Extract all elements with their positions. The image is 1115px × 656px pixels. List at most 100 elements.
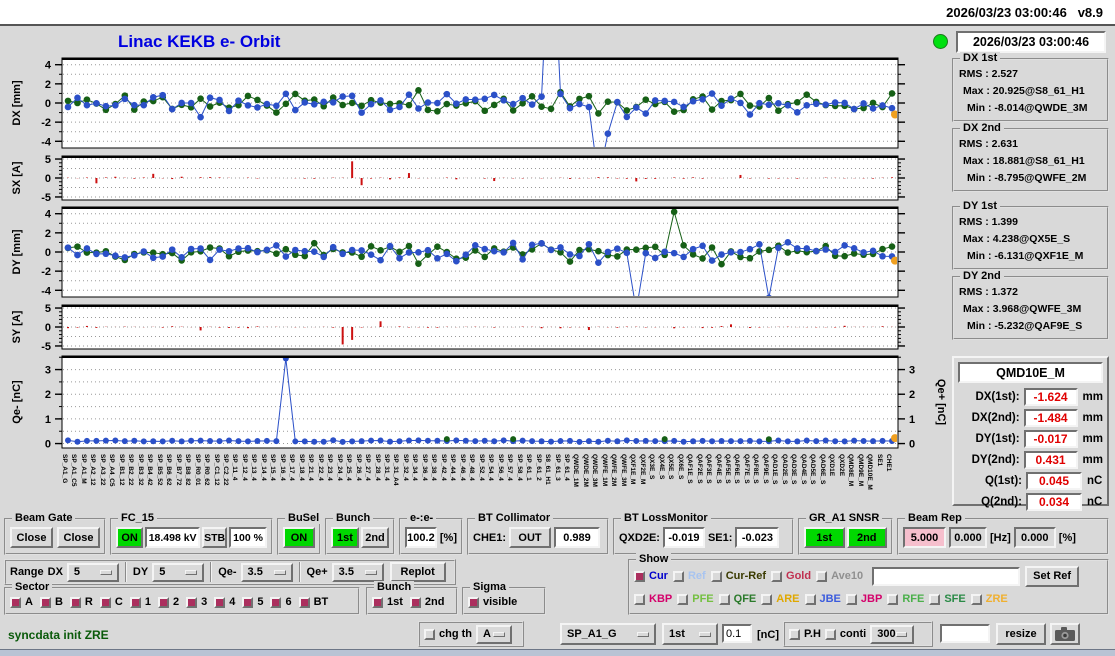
sector-checkbox-2[interactable]: [157, 596, 169, 608]
ph-checkbox[interactable]: [789, 628, 800, 640]
conti-checkbox[interactable]: [824, 628, 836, 640]
show-checkbox-qfe[interactable]: [718, 593, 730, 605]
stats-row: RMS : 1.372: [959, 286, 1018, 298]
show-item-ref: Ref: [672, 570, 706, 582]
sector-checkbox-a[interactable]: [10, 596, 21, 608]
stats-row: Min : -6.131@QXF1E_M: [967, 250, 1084, 262]
xaxis-label: CHE1: [885, 454, 892, 472]
show-checkbox-cur[interactable]: [634, 570, 645, 582]
show-item-ave10: Ave10: [816, 570, 863, 582]
show-item-jbe: JBE: [804, 593, 841, 605]
xaxis-label: QX6E_S: [676, 454, 684, 480]
che1-out-button[interactable]: OUT: [509, 527, 552, 548]
camera-snapshot-button[interactable]: [1050, 623, 1080, 645]
beam-gate-close-button-2[interactable]: Close: [57, 527, 100, 548]
xaxis-label: QAF4E_S: [714, 454, 722, 484]
fc15-stb-button[interactable]: STB: [202, 527, 228, 548]
sector-checkbox-5[interactable]: [242, 596, 254, 608]
bunch3-item-1st: 1st: [372, 596, 403, 608]
svg-text:2: 2: [45, 79, 51, 91]
sector-checkbox-b[interactable]: [39, 596, 51, 608]
gr-a1-2nd-button[interactable]: 2nd: [846, 527, 887, 548]
chg-th-checkbox[interactable]: [424, 628, 435, 640]
sector-checkbox-r[interactable]: [69, 596, 81, 608]
xaxis-label: SP_11_4: [231, 454, 239, 481]
status-message: syncdata init ZRE: [8, 628, 109, 642]
bunch-select-dropdown[interactable]: 1st: [662, 623, 718, 645]
sp-select-dropdown[interactable]: SP_A1_G: [560, 623, 656, 645]
th-dropdown[interactable]: A: [476, 624, 512, 644]
show-checkbox-ref[interactable]: [672, 570, 684, 582]
sector-checkbox-1[interactable]: [129, 596, 141, 608]
range-qep-label: Qe+: [306, 566, 328, 578]
show-item-pfe: PFE: [677, 593, 714, 605]
stats-group-dx-1st: DX 1st RMS : 2.527 Max : 20.925@S8_61_H1 Mi…: [952, 52, 1109, 122]
sector-checkbox-bt[interactable]: [298, 596, 310, 608]
xaxis-label: QMD9E_M: [856, 454, 864, 487]
separator: [210, 562, 213, 582]
busel-on-button[interactable]: ON: [283, 527, 315, 548]
extra-input[interactable]: [940, 624, 990, 643]
show-checkbox-gold[interactable]: [771, 570, 783, 582]
show-checkbox-ave10[interactable]: [816, 570, 828, 582]
qmd-row-unit: nC: [1087, 474, 1103, 487]
stats-group-dx-2nd: DX 2nd RMS : 2.631 Max : 18.881@S8_61_H1 Mi…: [952, 122, 1109, 192]
xaxis-label: SP_A1_C5: [70, 454, 78, 487]
stats-row: Min : -5.232@QAF9E_S: [967, 320, 1083, 332]
plot-sx: 5 0 -5 SX [A]: [11, 154, 905, 204]
svg-text:1: 1: [45, 414, 51, 426]
sector-checkbox-6[interactable]: [270, 596, 282, 608]
xaxis-label: SP_61_4: [562, 454, 570, 481]
show-item-rfe: RFE: [887, 593, 924, 605]
charge-threshold-input[interactable]: [722, 624, 752, 643]
sector-item-1: 1: [129, 596, 151, 608]
fc15-percent-field: 100 %: [229, 527, 267, 548]
svg-text:3: 3: [45, 365, 51, 377]
set-ref-button[interactable]: Set Ref: [1025, 565, 1080, 587]
bottom-strip: [0, 649, 1115, 656]
qmd-row-value: 0.034: [1026, 492, 1082, 511]
show-checkbox-kbp[interactable]: [634, 593, 645, 605]
stats-group-dy-2nd: DY 2nd RMS : 1.372 Max : 3.968@QWFE_3M Min …: [952, 270, 1109, 340]
svg-text:-2: -2: [41, 266, 51, 278]
range-qep-dropdown[interactable]: 3.5: [331, 562, 384, 582]
bunch-1st-button[interactable]: 1st: [331, 527, 359, 548]
points-dropdown[interactable]: 300: [870, 624, 915, 644]
bunch3-checkbox-1st[interactable]: [372, 596, 383, 608]
range-dy-dropdown[interactable]: 5: [152, 562, 205, 582]
beam-rep-set-field: 5.000: [903, 527, 946, 548]
xaxis-label: QX4E_S: [657, 454, 665, 480]
bunch-2nd-button[interactable]: 2nd: [361, 527, 389, 548]
range-qem-dropdown[interactable]: 3.5: [240, 562, 293, 582]
show-checkbox-pfe[interactable]: [677, 593, 689, 605]
beam-gate-close-button-1[interactable]: Close: [10, 527, 53, 548]
resize-button[interactable]: resize: [996, 623, 1046, 645]
sigma-checkbox-visible[interactable]: [468, 596, 479, 608]
fc15-on-button[interactable]: ON: [116, 527, 144, 548]
xaxis-label: SP_58_4: [515, 454, 523, 481]
set-ref-input[interactable]: [872, 566, 1021, 586]
show-checkbox-rfe[interactable]: [887, 593, 899, 605]
sector-checkbox-c[interactable]: [99, 596, 111, 608]
show-checkbox-zre[interactable]: [970, 593, 982, 605]
bunch3-checkbox-2nd[interactable]: [409, 596, 421, 608]
show-label: Ref: [687, 570, 706, 582]
sector-checkbox-4[interactable]: [214, 596, 226, 608]
sector-label: C: [114, 596, 123, 608]
replot-button[interactable]: Replot: [389, 562, 446, 582]
show-checkbox-jbp[interactable]: [845, 593, 857, 605]
gr-a1-1st-button[interactable]: 1st: [804, 527, 845, 548]
xaxis-label: SP_52_4: [477, 454, 485, 481]
xaxis-label: QAD1E_S: [771, 454, 779, 485]
sector-checkbox-3[interactable]: [186, 596, 198, 608]
show-checkbox-jbe[interactable]: [804, 593, 816, 605]
range-dx-dropdown[interactable]: 5: [66, 562, 119, 582]
show-checkbox-curref[interactable]: [710, 570, 722, 582]
svg-text:DX [mm]: DX [mm]: [11, 80, 23, 126]
sector-label: BT: [313, 596, 329, 608]
svg-text:3: 3: [909, 365, 915, 377]
show-checkbox-are[interactable]: [761, 593, 773, 605]
se1-label: SE1:: [707, 531, 733, 544]
sector-label: 6: [285, 596, 292, 608]
show-checkbox-sfe[interactable]: [929, 593, 941, 605]
